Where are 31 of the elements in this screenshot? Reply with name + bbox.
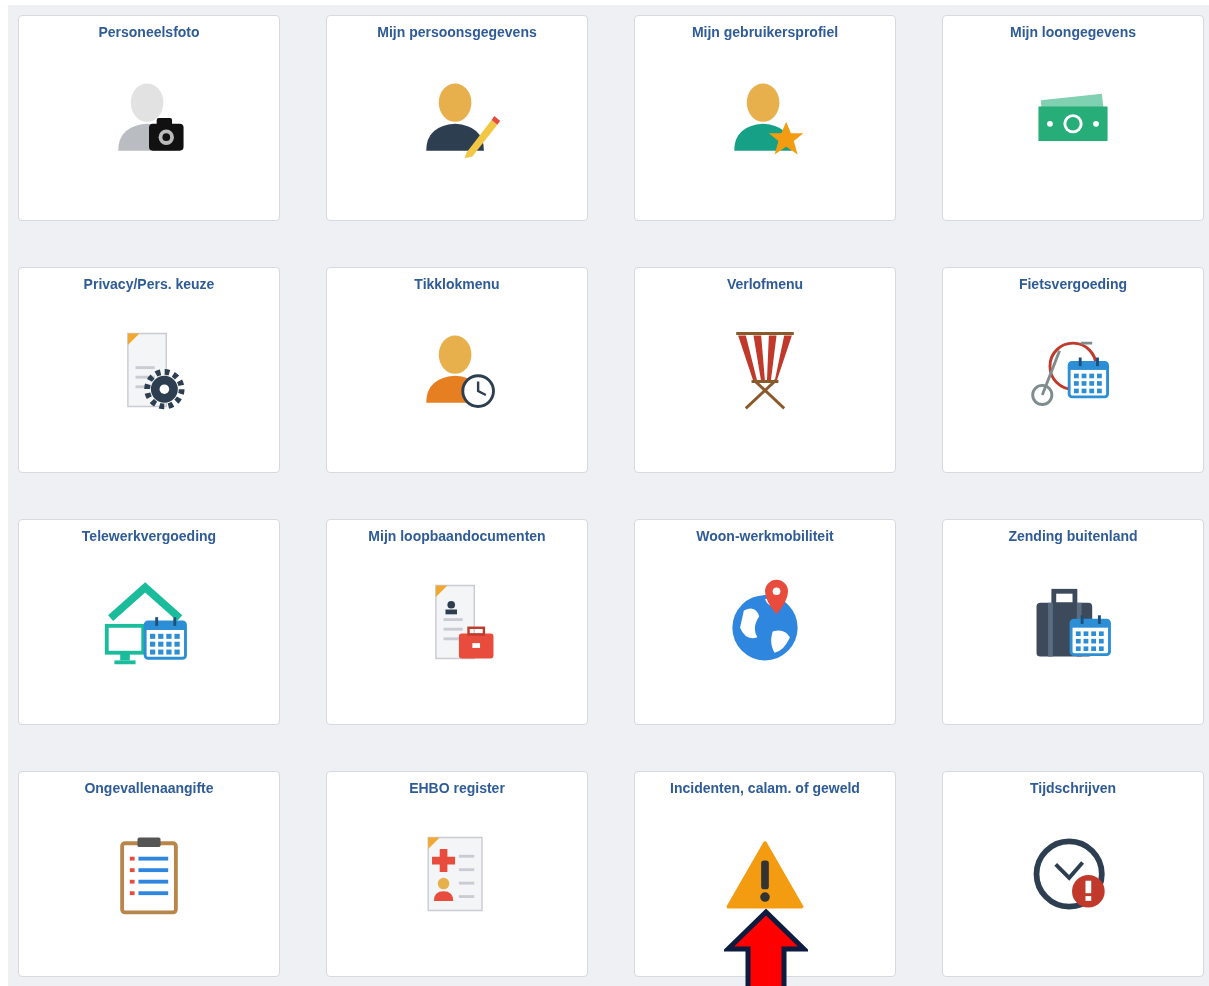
tile-title: Woon-werkmobiliteit	[696, 528, 834, 544]
tile-title: Mijn gebruikersprofiel	[691, 24, 839, 40]
tile-title: Tikklokmenu	[414, 276, 500, 292]
menu-tile[interactable]: Privacy/Pers. keuze	[18, 267, 280, 473]
menu-tile[interactable]: Fietsvergoeding	[942, 267, 1204, 473]
tile-title: Fietsvergoeding	[1018, 276, 1128, 292]
tile-title: EHBO register	[409, 780, 505, 796]
menu-tile[interactable]: Mijn loongegevens	[942, 15, 1204, 221]
menu-tile[interactable]: Zending buitenland	[942, 519, 1204, 725]
tile-title: Personeelsfoto	[98, 24, 200, 40]
menu-tile[interactable]: Mijn gebruikersprofiel	[634, 15, 896, 221]
menu-tile[interactable]: EHBO register	[326, 771, 588, 977]
tile-title: Tijdschrijven	[1029, 780, 1117, 796]
tile-title: Mijn loopbaandocumenten	[368, 528, 546, 544]
menu-tile[interactable]: Telewerkvergoeding	[18, 519, 280, 725]
tile-title: Mijn persoonsgegevens	[377, 24, 537, 40]
tile-title: Telewerkvergoeding	[81, 528, 217, 544]
menu-tile[interactable]: Ongevallenaangifte	[18, 771, 280, 977]
tile-title: Verlofmenu	[726, 276, 804, 292]
tile-title: Mijn loongegevens	[1010, 24, 1136, 40]
tile-title: Zending buitenland	[1008, 528, 1138, 544]
menu-tile[interactable]: Mijn loopbaandocumenten	[326, 519, 588, 725]
menu-tile[interactable]: Mijn persoonsgegevens	[326, 15, 588, 221]
tile-title: Privacy/Pers. keuze	[83, 276, 215, 292]
menu-tile[interactable]: Woon-werkmobiliteit	[634, 519, 896, 725]
menu-tile[interactable]: Personeelsfoto	[18, 15, 280, 221]
tile-title: Incidenten, calam. of geweld	[670, 780, 860, 796]
menu-tile[interactable]: Verlofmenu	[634, 267, 896, 473]
menu-tile[interactable]: Tijdschrijven	[942, 771, 1204, 977]
tile-title: Ongevallenaangifte	[84, 780, 214, 796]
menu-tile[interactable]: Tikklokmenu	[326, 267, 588, 473]
